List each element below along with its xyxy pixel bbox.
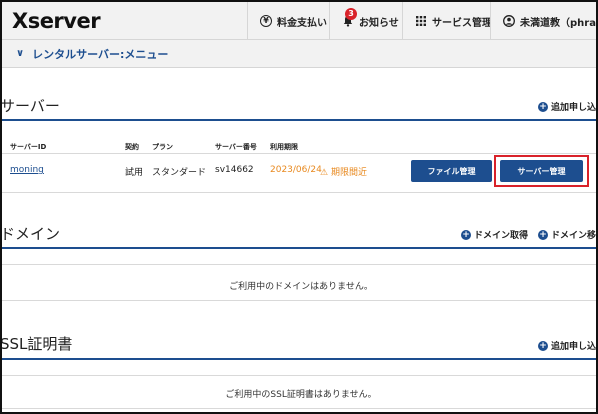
server-id-link[interactable]: moning xyxy=(10,165,44,175)
warning-icon: ⚠ xyxy=(320,168,329,178)
server-add-label: 追加申し込 xyxy=(551,103,597,113)
payment-label: 料金支払い xyxy=(277,17,327,29)
table-header-rule xyxy=(2,375,596,376)
table-row-rule xyxy=(2,192,596,193)
ssl-add-label: 追加申し込 xyxy=(551,342,597,352)
server-add-button[interactable]: + 追加申し込 xyxy=(538,100,596,113)
section-divider xyxy=(2,358,596,360)
plus-icon: + xyxy=(538,340,548,351)
expiry-cell: 2023/06/24 xyxy=(270,165,322,175)
expiry-warning: ⚠ 期限間近 xyxy=(320,165,367,178)
expiry-warning-label: 期限間近 xyxy=(330,168,367,178)
notifications-label: お知らせ xyxy=(359,17,399,29)
table-row-rule xyxy=(2,408,596,409)
grid-icon xyxy=(415,15,427,27)
server-section-title: サーバー xyxy=(0,97,60,115)
column-header-expiry: 利用期限 xyxy=(270,143,298,151)
domain-acquire-button[interactable]: + ドメイン取得 xyxy=(461,228,528,241)
coin-icon: ¥ xyxy=(260,15,272,27)
service-management-link[interactable]: サービス管理 xyxy=(402,2,490,40)
server-number-cell: sv14662 xyxy=(215,165,254,175)
section-divider xyxy=(2,247,596,249)
column-header-plan: プラン xyxy=(152,143,173,151)
account-menu[interactable]: 未満道教（phra... xyxy=(490,2,596,40)
service-management-label: サービス管理 xyxy=(432,17,490,29)
notifications-link[interactable]: お知らせ xyxy=(329,2,402,40)
page-frame: Xserver ¥ 料金支払い お知らせ サービス管理 未満道教（phra 3 … xyxy=(0,0,598,414)
ssl-add-button[interactable]: + 追加申し込 xyxy=(538,339,596,352)
column-header-contract: 契約 xyxy=(125,143,139,151)
table-header-rule xyxy=(2,264,596,265)
payment-link[interactable]: ¥ 料金支払い xyxy=(247,2,329,40)
notification-badge: 3 xyxy=(345,8,357,20)
ssl-section-title: SSL証明書 xyxy=(0,335,73,353)
plus-icon: + xyxy=(461,229,471,240)
plan-cell: スタンダード xyxy=(152,168,207,178)
table-row-rule xyxy=(2,300,596,301)
account-label: 未満道教（phra... xyxy=(520,17,596,29)
file-management-button[interactable]: ファイル管理 xyxy=(411,160,492,182)
domain-acquire-label: ドメイン取得 xyxy=(474,231,529,241)
top-header: Xserver ¥ 料金支払い お知らせ サービス管理 未満道教（phra 3 xyxy=(2,2,596,40)
domain-transfer-button[interactable]: + ドメイン移 xyxy=(538,228,596,241)
ssl-empty-message: ご利用中のSSL証明書はありません。 xyxy=(225,390,377,400)
person-icon xyxy=(503,15,515,27)
xserver-logo[interactable]: Xserver xyxy=(12,9,101,33)
table-header-rule xyxy=(2,153,596,154)
column-header-server-id: サーバーID xyxy=(10,143,47,151)
chevron-down-icon: ∨ xyxy=(16,48,25,59)
plus-icon: + xyxy=(538,101,548,112)
rental-server-menu[interactable]: ∨ レンタルサーバー:メニュー xyxy=(2,40,596,68)
domain-empty-message: ご利用中のドメインはありません。 xyxy=(229,282,373,292)
column-header-server-number: サーバー番号 xyxy=(215,143,257,151)
domain-section-title: ドメイン xyxy=(0,225,61,243)
section-divider xyxy=(2,119,596,121)
menu-label: レンタルサーバー:メニュー xyxy=(32,47,169,61)
highlight-box xyxy=(494,155,589,187)
domain-transfer-label: ドメイン移 xyxy=(551,231,597,241)
plus-icon: + xyxy=(538,229,548,240)
contract-cell: 試用 xyxy=(125,168,144,178)
